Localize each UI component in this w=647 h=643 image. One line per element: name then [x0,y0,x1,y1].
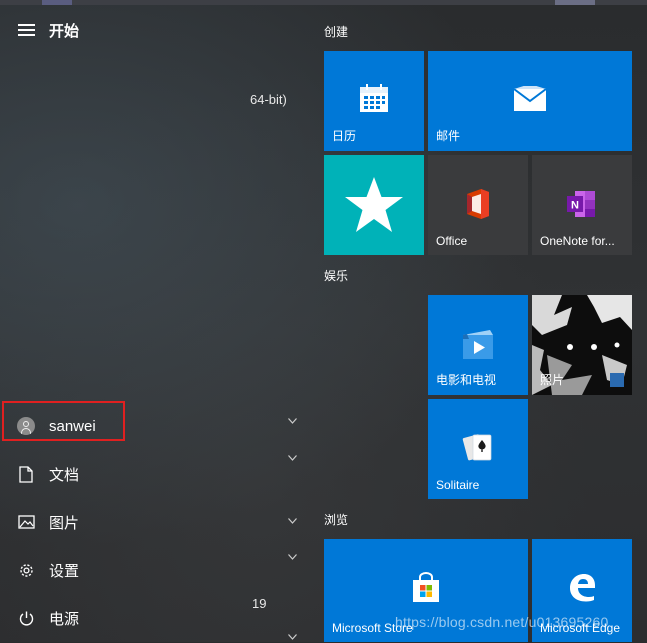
movies-tv-icon [460,329,496,366]
pictures-button[interactable]: 图片 [0,502,300,542]
power-label: 电源 [49,610,80,628]
tile-calendar[interactable]: 日历 [324,51,424,151]
group-label-entertainment[interactable]: 娱乐 [324,267,348,284]
documents-button[interactable]: 文档 [0,454,300,494]
user-highlight-box [2,401,125,441]
edge-icon [567,572,597,607]
tile-onenote-label: OneNote for... [540,234,615,248]
app-list-item-fragment[interactable]: 19 [252,596,272,611]
chevron-down-icon[interactable] [288,418,297,427]
chevron-down-icon[interactable] [288,554,297,563]
tile-star-app[interactable] [324,155,424,255]
onenote-icon: N [565,189,597,224]
tile-movies-tv[interactable]: 电影和电视 [428,295,528,395]
tile-mail-label: 邮件 [436,129,461,143]
tile-office[interactable]: Office [428,155,528,255]
tile-office-label: Office [436,234,468,248]
chevron-down-icon[interactable] [288,518,297,527]
group-label-create[interactable]: 创建 [324,23,348,40]
tile-photos-label: 照片 [540,373,565,387]
start-header[interactable]: 开始 [0,10,300,50]
office-icon [463,188,493,225]
tile-solitaire-label: Solitaire [436,478,480,492]
pictures-label: 图片 [49,514,80,532]
hamburger-menu-icon[interactable] [17,21,35,39]
documents-label: 文档 [49,466,80,484]
star-icon [343,175,405,240]
chevron-down-icon[interactable] [288,455,297,464]
tile-calendar-label: 日历 [332,129,357,143]
power-icon [17,609,35,627]
settings-label: 设置 [49,562,80,580]
app-list-item-fragment[interactable]: 64-bit) [250,92,296,107]
tile-photos[interactable]: 照片 [532,295,632,395]
picture-icon [17,513,35,531]
settings-button[interactable]: 设置 [0,550,300,590]
calendar-icon [359,83,389,118]
svg-text:N: N [571,200,579,212]
tile-solitaire[interactable]: Solitaire [428,399,528,499]
group-label-browse[interactable]: 浏览 [324,511,348,528]
store-bag-icon [410,572,442,609]
gear-icon [17,561,35,579]
solitaire-cards-icon [462,431,494,470]
tile-onenote[interactable]: N OneNote for... [532,155,632,255]
watermark: https://blog.csdn.net/u013695260 [395,614,609,630]
mail-icon [513,84,547,117]
taskbar-strip [0,0,647,5]
document-icon [17,465,35,483]
tile-mail[interactable]: 邮件 [428,51,632,151]
start-title: 开始 [49,22,80,40]
tile-movies-tv-label: 电影和电视 [436,373,497,387]
